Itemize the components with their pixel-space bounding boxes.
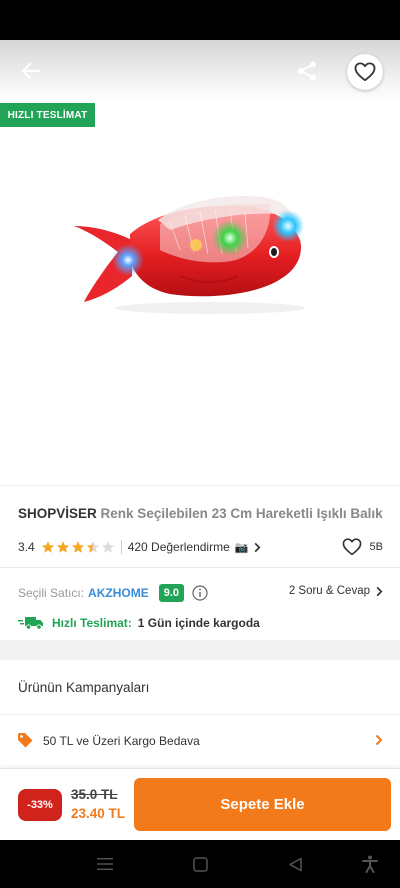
header-gradient [0,40,400,102]
fast-delivery-text: 1 Gün içinde kargoda [137,616,260,630]
product-image-area[interactable]: HIZLI TESLİMAT [0,40,400,485]
star-partial-icon [86,541,99,553]
brand-name[interactable]: SHOPVİSER [18,506,97,521]
system-navigation-bar [0,840,400,888]
discount-badge: -33% [18,789,62,821]
questions-link[interactable]: 2 Soru & Cevap [289,585,383,597]
campaign-text: 50 TL ve Üzeri Kargo Bedava [43,734,200,748]
campaigns-section: Ürünün Kampanyaları 50 TL ve Üzeri Kargo… [0,660,400,768]
chevron-right-icon [255,542,261,552]
reviews-count: 420 Değerlendirme [127,540,230,554]
section-separator [0,640,400,660]
accessibility-button[interactable] [360,854,380,874]
home-button[interactable] [190,854,210,874]
accessibility-icon [362,855,378,873]
purchase-bar: -33% 35.0 TL 23.40 TL Sepete Ekle [0,768,400,840]
triangle-back-icon [288,857,302,871]
star-empty-icon [101,541,114,553]
share-icon [298,61,316,81]
rating-row: 3.4 420 Değerlendirme 📷 5B [18,538,383,556]
product-info: SHOPVİSER Renk Seçilebilen 23 Cm Hareket… [0,485,400,640]
favorites-count-label: 5B [369,541,383,553]
campaigns-title: Ürünün Kampanyaları [18,680,150,695]
seller-score-badge: 9.0 [158,584,184,602]
current-price: 23.40 TL [71,806,126,821]
product-name: Renk Seçilebilen 23 Cm Hareketli Işıklı … [100,506,383,521]
back-button[interactable] [14,56,48,86]
camera-icon: 📷 [234,541,249,554]
arrow-left-icon [21,62,41,80]
delivery-row: Hızlı Teslimat: 1 Gün içinde kargoda [18,614,383,632]
heart-outline-icon [342,538,361,556]
favorites-count[interactable]: 5B [342,538,383,556]
info-icon[interactable] [192,585,208,601]
favorite-button[interactable] [347,54,383,90]
chevron-right-icon [375,734,383,746]
rating-score: 3.4 [18,540,35,554]
fast-delivery-badge: HIZLI TESLİMAT [0,103,95,127]
fast-delivery-label: Hızlı Teslimat: [52,616,132,630]
divider [0,567,400,568]
product-image[interactable] [60,190,320,320]
star-full-icon [71,541,84,553]
chevron-right-icon [376,586,383,596]
product-title: SHOPVİSER Renk Seçilebilen 23 Cm Hareket… [18,506,388,521]
menu-button[interactable] [95,854,115,874]
star-full-icon [56,541,69,553]
rating-stars [41,540,115,554]
old-price: 35.0 TL [71,787,118,802]
status-bar [0,0,400,40]
reviews-link[interactable]: 420 Değerlendirme 📷 [120,540,262,554]
menu-icon [97,858,113,870]
seller-label: Seçili Satıcı: [18,586,85,600]
seller-row: Seçili Satıcı: AKZHOME 9.0 2 Soru & Ceva… [18,582,383,604]
truck-icon [18,617,43,630]
heart-outline-icon [354,62,376,82]
add-to-cart-button[interactable]: Sepete Ekle [134,778,391,831]
questions-label: 2 Soru & Cevap [288,585,370,597]
square-home-icon [192,856,208,872]
tag-icon [18,733,33,748]
star-full-icon [41,541,54,553]
share-button[interactable] [290,56,324,86]
system-back-button[interactable] [285,854,305,874]
campaign-item[interactable]: 50 TL ve Üzeri Kargo Bedava [0,714,400,766]
seller-name-link[interactable]: AKZHOME [88,586,149,600]
